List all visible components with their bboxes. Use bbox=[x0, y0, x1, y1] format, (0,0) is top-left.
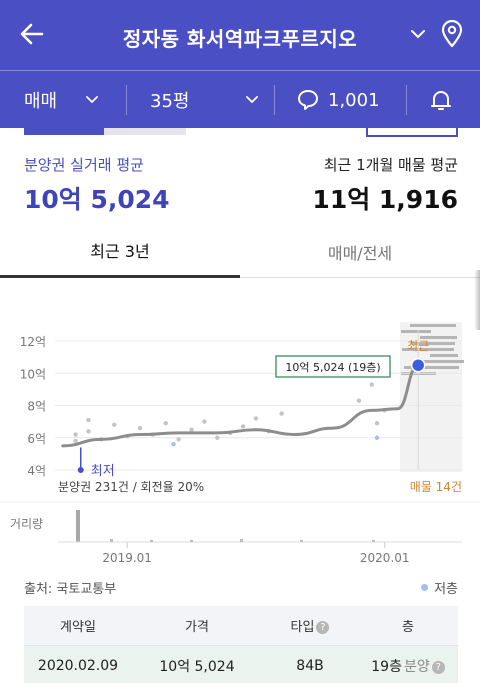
legend-low-label: 저층 bbox=[434, 582, 458, 597]
scatter-point bbox=[137, 425, 143, 431]
legend-low-floor: 저층 bbox=[421, 578, 458, 597]
listing-avg-value: 11억 1,916 bbox=[312, 185, 458, 214]
col-price: 가격 bbox=[185, 620, 209, 635]
chart-footer-left: 분양권 231건 / 회전율 20% bbox=[58, 480, 204, 494]
scatter-point-low bbox=[171, 442, 176, 447]
scatter-point bbox=[202, 419, 207, 424]
y-tick-label: 10억 bbox=[20, 367, 46, 381]
scatter-point bbox=[112, 422, 117, 428]
col-floor: 층 bbox=[402, 620, 414, 635]
scatter-point-low bbox=[374, 435, 380, 440]
data-source: 출처: 국토교통부 bbox=[24, 582, 117, 597]
filter-bar: 매매 35평 1,001 bbox=[0, 70, 480, 128]
volume-bar bbox=[76, 510, 80, 542]
scatter-point bbox=[73, 432, 78, 437]
cell-type: 84B bbox=[296, 658, 324, 674]
page-title[interactable]: 정자동 화서역파크푸르지오 bbox=[0, 23, 480, 52]
comment-count: 1,001 bbox=[328, 89, 380, 111]
latest-annotation: 10억 5,024 (19층) bbox=[285, 361, 380, 374]
help-icon[interactable]: ? bbox=[431, 661, 445, 674]
scatter-point bbox=[176, 437, 181, 442]
volume-label: 거리량 bbox=[10, 517, 43, 531]
y-tick-label: 12억 bbox=[20, 335, 46, 349]
scatter-point bbox=[163, 421, 168, 426]
transactions-table: 계약일 가격 타입? 층 2020.02.09 10억 5,024 84B 19… bbox=[24, 606, 458, 683]
scatter-point bbox=[369, 382, 375, 387]
toggle-button[interactable] bbox=[366, 128, 458, 137]
table-row[interactable]: 2020.02.09 10억 5,024 84B 19층 분양? bbox=[24, 646, 458, 683]
scatter-point bbox=[86, 429, 91, 434]
tab-sale-lease[interactable]: 매매/전세 bbox=[240, 225, 480, 278]
legend-dot bbox=[421, 584, 429, 591]
volume-bar bbox=[372, 540, 375, 542]
price-chart-svg: 12억 10억 8억 6억 4억 최저 최근 10억 5,024 (19층) 분양권 231건 … bbox=[0, 322, 480, 565]
listing-bar bbox=[401, 330, 431, 333]
col-type-label: 타입 bbox=[290, 620, 315, 635]
scatter-point bbox=[279, 411, 284, 416]
y-tick-label: 6억 bbox=[27, 432, 46, 446]
volume-bar bbox=[110, 539, 113, 542]
chevron-down-icon bbox=[246, 96, 259, 104]
price-chart[interactable]: 12억 10억 8억 6억 4억 최저 최근 10억 5,024 (19층) 분양권 231건 … bbox=[0, 300, 480, 570]
map-pin-icon[interactable] bbox=[440, 20, 464, 48]
scatter-point bbox=[189, 427, 194, 432]
divider bbox=[274, 85, 275, 115]
chevron-down-icon bbox=[86, 96, 99, 104]
cell-floor: 19층 분양? bbox=[358, 656, 458, 676]
volume-bar bbox=[190, 540, 193, 542]
top-app-bar: 정자동 화서역파크푸르지오 bbox=[0, 0, 480, 70]
notification-button[interactable] bbox=[430, 71, 452, 129]
divider bbox=[126, 85, 127, 115]
volume-bar bbox=[150, 540, 153, 542]
help-icon[interactable]: ? bbox=[316, 621, 330, 634]
size-label: 35평 bbox=[150, 91, 190, 112]
col-type: 타입? bbox=[262, 616, 358, 635]
listing-bar bbox=[430, 354, 458, 357]
comments-button[interactable]: 1,001 bbox=[296, 71, 380, 129]
divider bbox=[406, 85, 407, 115]
x-tick-label: 2019.01 bbox=[102, 551, 152, 565]
size-select[interactable]: 35평 bbox=[150, 71, 259, 129]
scatter-point bbox=[215, 435, 220, 440]
scatter-point bbox=[356, 398, 362, 403]
listing-avg-label: 최근 1개월 매물 평균 bbox=[323, 156, 458, 174]
scatter-point bbox=[253, 416, 259, 421]
toggle-segment[interactable] bbox=[104, 128, 186, 135]
period-toggle bbox=[0, 128, 480, 138]
toggle-active-segment[interactable] bbox=[24, 128, 104, 135]
lowest-point bbox=[77, 467, 84, 473]
presale-badge: 분양 bbox=[403, 659, 430, 675]
y-tick-label: 8억 bbox=[27, 400, 46, 414]
bell-icon bbox=[431, 91, 451, 110]
x-tick-label: 2020.01 bbox=[360, 551, 410, 565]
cell-date: 2020.02.09 bbox=[37, 658, 119, 674]
col-date: 계약일 bbox=[60, 620, 96, 635]
chart-tabs: 최근 3년 매매/전세 bbox=[0, 225, 480, 278]
lowest-label: 최저 bbox=[91, 464, 115, 479]
presale-avg-value: 10억 5,024 bbox=[24, 185, 170, 214]
volume-bar bbox=[300, 540, 303, 542]
scroll-edge bbox=[474, 270, 480, 330]
presale-avg-label: 분양권 실거래 평균 bbox=[24, 156, 144, 174]
scatter-point bbox=[374, 421, 380, 426]
chevron-down-icon[interactable] bbox=[410, 26, 426, 42]
speech-bubble-icon bbox=[298, 90, 318, 110]
tab-recent-3y[interactable]: 최근 3년 bbox=[0, 225, 240, 278]
deal-type-select[interactable]: 매매 bbox=[24, 71, 99, 129]
scatter-point bbox=[240, 424, 246, 429]
deal-type-label: 매매 bbox=[24, 91, 58, 112]
chart-footer-right: 매물 14건 bbox=[410, 480, 462, 494]
volume-bar bbox=[240, 539, 243, 542]
latest-label: 최근 bbox=[407, 339, 429, 353]
cell-price: 10억 5,024 bbox=[159, 659, 235, 675]
floor-value: 19층 bbox=[371, 659, 402, 675]
scatter-point bbox=[86, 417, 91, 423]
y-tick-label: 4억 bbox=[27, 464, 46, 478]
latest-point bbox=[410, 357, 426, 373]
table-header: 계약일 가격 타입? 층 bbox=[24, 606, 458, 646]
listing-bar bbox=[410, 324, 456, 327]
